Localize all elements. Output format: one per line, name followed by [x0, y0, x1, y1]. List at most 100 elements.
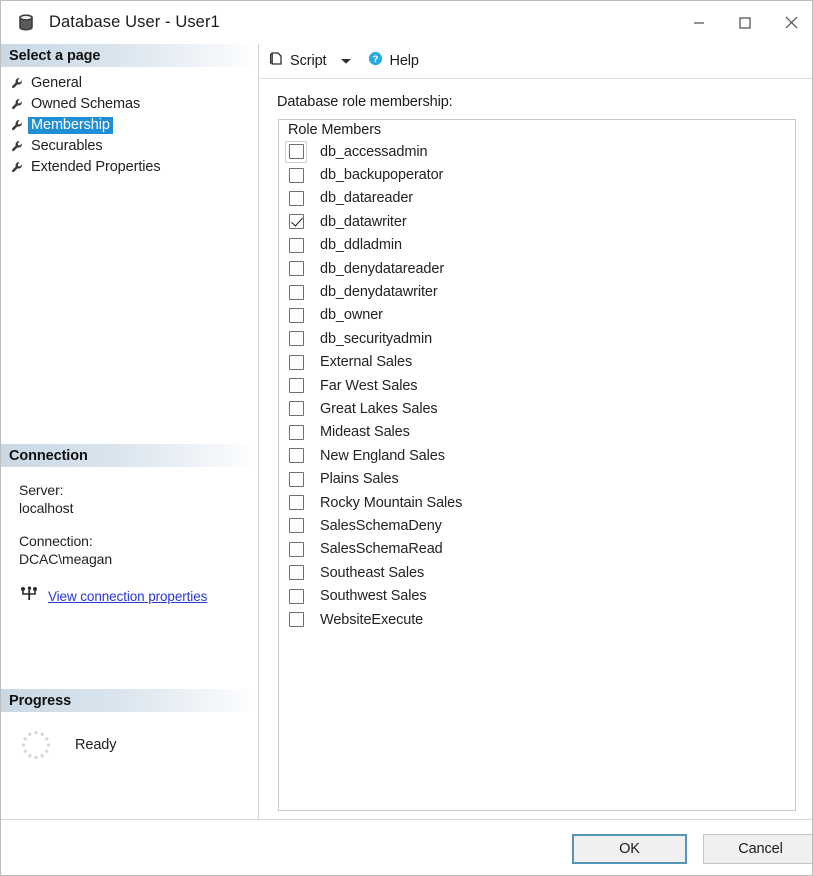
role-name: WebsiteExecute: [320, 611, 424, 628]
role-name: SalesSchemaDeny: [320, 517, 442, 534]
progress-body: Ready: [1, 712, 258, 762]
role-checkbox[interactable]: [285, 609, 307, 631]
table-row[interactable]: External Sales: [279, 351, 795, 374]
close-button[interactable]: [768, 1, 812, 44]
script-dropdown-button[interactable]: [340, 57, 352, 65]
right-panel: Script ? Help Database role membership:: [260, 44, 812, 819]
role-name: Far West Sales: [320, 377, 418, 394]
connection-label: Connection:: [19, 533, 93, 549]
role-name: db_securityadmin: [320, 330, 433, 347]
help-label: Help: [389, 53, 419, 69]
connection-header-label: Connection: [9, 447, 88, 464]
table-row[interactable]: Far West Sales: [279, 374, 795, 397]
minimize-icon: [694, 21, 704, 24]
table-row[interactable]: Southwest Sales: [279, 584, 795, 607]
table-row[interactable]: WebsiteExecute: [279, 608, 795, 631]
wrench-icon: [11, 98, 28, 111]
table-row[interactable]: db_securityadmin: [279, 327, 795, 350]
role-checkbox[interactable]: [285, 538, 307, 560]
role-checkbox[interactable]: [285, 328, 307, 350]
role-checkbox[interactable]: [285, 398, 307, 420]
minimize-button[interactable]: [676, 1, 722, 44]
table-row[interactable]: Southeast Sales: [279, 561, 795, 584]
table-row[interactable]: db_accessadmin: [279, 140, 795, 163]
role-name: db_datareader: [320, 190, 414, 207]
window-controls: [676, 1, 812, 44]
role-checkbox[interactable]: [285, 515, 307, 537]
role-name: New England Sales: [320, 447, 445, 464]
connection-value: DCAC\meagan: [19, 551, 113, 567]
sidebar-item-label: Membership: [28, 117, 113, 134]
role-checkbox[interactable]: [285, 492, 307, 514]
role-name: Rocky Mountain Sales: [320, 494, 463, 511]
table-row[interactable]: db_ddladmin: [279, 234, 795, 257]
role-checkbox[interactable]: [285, 258, 307, 280]
role-members-listbox[interactable]: Role Members db_accessadmin db_backupope…: [278, 119, 796, 811]
sidebar-item-securables[interactable]: Securables: [1, 136, 258, 157]
script-button[interactable]: Script: [269, 50, 327, 72]
role-checkbox[interactable]: [285, 375, 307, 397]
role-checkbox[interactable]: [285, 234, 307, 256]
role-name: db_owner: [320, 307, 383, 324]
server-value: localhost: [19, 500, 74, 516]
maximize-button[interactable]: [722, 1, 768, 44]
svg-text:?: ?: [373, 54, 379, 65]
connection-icon: [19, 586, 38, 607]
wrench-icon: [11, 77, 28, 90]
sidebar-item-label: General: [31, 75, 82, 91]
progress-header: Progress: [1, 689, 258, 712]
role-members-header-label: Role Members: [288, 122, 382, 138]
role-name: Southeast Sales: [320, 564, 425, 581]
table-row[interactable]: SalesSchemaRead: [279, 538, 795, 561]
left-panel: Select a page General Owned Schemas Memb…: [1, 44, 259, 819]
maximize-icon: [739, 16, 751, 29]
table-row[interactable]: Rocky Mountain Sales: [279, 491, 795, 514]
role-name: db_datawriter: [320, 213, 407, 230]
table-row[interactable]: db_backupoperator: [279, 163, 795, 186]
table-row[interactable]: db_denydatawriter: [279, 280, 795, 303]
cancel-button[interactable]: Cancel: [703, 834, 812, 864]
role-checkbox[interactable]: [285, 187, 307, 209]
table-row[interactable]: db_denydatareader: [279, 257, 795, 280]
role-checkbox[interactable]: [285, 445, 307, 467]
server-label: Server:: [19, 482, 64, 498]
role-checkbox[interactable]: [285, 421, 307, 443]
sidebar-item-general[interactable]: General: [1, 73, 258, 94]
role-name: db_backupoperator: [320, 167, 444, 184]
role-checkbox[interactable]: [285, 140, 307, 163]
role-checkbox[interactable]: [285, 211, 307, 233]
table-row[interactable]: New England Sales: [279, 444, 795, 467]
sidebar-item-owned-schemas[interactable]: Owned Schemas: [1, 94, 258, 115]
help-button[interactable]: ? Help: [368, 50, 419, 72]
close-icon: [785, 16, 797, 29]
table-row[interactable]: db_datareader: [279, 187, 795, 210]
role-checkbox[interactable]: [285, 351, 307, 373]
table-row[interactable]: SalesSchemaDeny: [279, 514, 795, 537]
role-checkbox[interactable]: [285, 281, 307, 303]
progress-section: Progress Ready: [1, 689, 258, 762]
sidebar-item-label: Extended Properties: [31, 159, 161, 175]
table-row[interactable]: db_datawriter: [279, 210, 795, 233]
ok-button[interactable]: OK: [572, 834, 687, 864]
table-row[interactable]: Great Lakes Sales: [279, 397, 795, 420]
table-row[interactable]: Plains Sales: [279, 467, 795, 490]
table-row[interactable]: Mideast Sales: [279, 421, 795, 444]
role-checkbox[interactable]: [285, 468, 307, 490]
wrench-icon: [11, 140, 28, 153]
sidebar-item-extended-properties[interactable]: Extended Properties: [1, 157, 258, 178]
role-checkbox[interactable]: [285, 562, 307, 584]
role-checkbox[interactable]: [285, 164, 307, 186]
sidebar-item-label: Owned Schemas: [31, 96, 141, 112]
progress-header-label: Progress: [9, 692, 72, 709]
role-checkbox[interactable]: [285, 304, 307, 326]
table-row[interactable]: db_owner: [279, 304, 795, 327]
database-user-dialog: Database User - User1 Select a page Gene…: [0, 0, 813, 876]
wrench-icon: [11, 161, 28, 174]
role-name: db_accessadmin: [320, 143, 428, 160]
sidebar-item-membership[interactable]: Membership: [1, 115, 258, 136]
view-connection-properties-row[interactable]: View connection properties: [19, 586, 258, 607]
role-checkbox[interactable]: [285, 585, 307, 607]
view-connection-properties-link[interactable]: View connection properties: [48, 589, 207, 604]
toolbar: Script ? Help: [260, 44, 812, 79]
